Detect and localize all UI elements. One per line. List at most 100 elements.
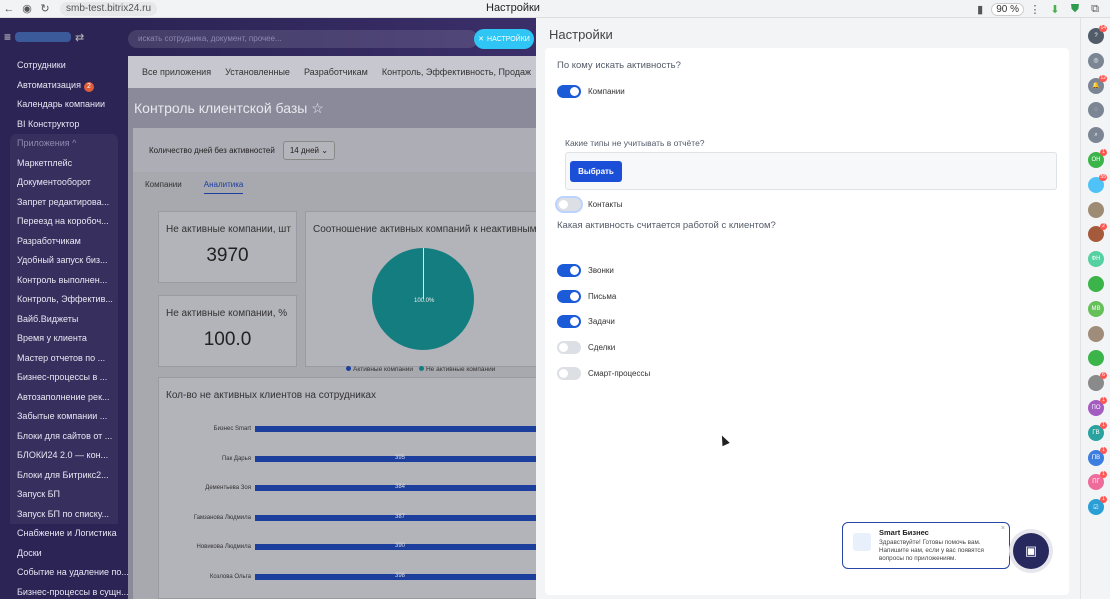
avatar-gv[interactable]: ГВ 1 [1088,421,1107,441]
menu-item[interactable]: Маркетплейс [10,153,118,173]
avatar-3[interactable] [1088,201,1104,218]
zoom-indicator[interactable]: 90 % [991,2,1024,16]
menu-item[interactable]: Запуск БП по списку... [10,504,118,524]
download-icon[interactable]: ⬇ [1046,0,1064,18]
chat-bubble-icon: ▣ [1024,543,1038,558]
back-icon[interactable]: ← [0,0,18,18]
menu-item[interactable]: Приложения ^ [10,134,118,154]
menu-item[interactable]: Переезд на коробоч... [10,212,118,232]
avatar-mv[interactable]: МВ [1088,300,1104,317]
menu-item[interactable]: Удобный запуск биз... [10,251,118,271]
toggle-row[interactable]: Смарт-процессы [557,366,650,380]
avatar-po[interactable]: ПО 1 [1088,397,1107,416]
avatar-4[interactable]: 2 [1088,223,1107,243]
menu-item[interactable]: Доски [0,544,128,564]
choose-button[interactable]: Выбрать [570,161,622,182]
chat-close-icon[interactable]: × [1001,525,1005,532]
rail-item-text: ПВ [1091,454,1101,461]
menu-item[interactable]: Бизнес-процессы в ... [10,368,118,388]
avatar-pg[interactable]: ПГ 1 [1088,471,1107,491]
settings-close-button[interactable]: ✕ НАСТРОЙКИ [474,29,534,49]
avatar-8[interactable]: 6 [1088,372,1107,392]
avatar-6[interactable] [1088,325,1104,342]
profile-icon[interactable]: ◉ [18,0,36,18]
menu-item[interactable]: Забытые компании ... [10,407,118,427]
chat-popup[interactable]: Smart Бизнес Здравствуйте! Готовы помочь… [842,522,1010,569]
bar: 395 [255,455,555,462]
activity-toggle[interactable] [557,315,581,329]
contacts-toggle[interactable] [557,198,581,211]
chat-icon[interactable]: ◌ [1088,102,1104,119]
menu-item[interactable]: Мастер отчетов по ... [10,348,118,368]
menu-item[interactable]: Бизнес-процессы в сущн... [0,583,128,599]
company-logo[interactable] [15,32,72,42]
chat-open-button[interactable]: ▣ [1013,533,1049,569]
toggle-row[interactable]: Письма [557,289,616,303]
card-value: 3970 [206,245,249,266]
menu-item[interactable]: Вайб.Виджеты [10,309,118,329]
menu-item[interactable]: Документооборот [10,173,118,193]
menu-item[interactable]: Контроль выполнен... [10,270,118,290]
app-tab[interactable]: Контроль, Эффективность, Продаж [382,67,531,77]
avatar-on[interactable]: ОН 1 [1088,149,1107,168]
menu-item[interactable]: Событие на удаление по... [0,563,128,583]
avatar-pv[interactable]: ПВ 1 [1088,446,1107,466]
app-tab[interactable]: Установленные [225,67,290,77]
menu-item[interactable]: Сотрудники [0,56,128,76]
avatar-5[interactable] [1088,276,1104,292]
days-select[interactable]: 14 дней ⌄ [282,140,335,160]
close-icon: ✕ [478,36,485,43]
tab-companies[interactable]: Компании [145,180,182,194]
menu-toggle-icon[interactable]: ≡ [4,30,11,44]
activity-toggle[interactable] [557,366,581,380]
shield-icon[interactable]: ⛊ [1066,0,1084,18]
avatar-7[interactable] [1088,350,1104,367]
companies-toggle[interactable] [557,85,581,98]
address-bar[interactable]: smb-test.bitrix24.ru [60,1,158,16]
toggle-row-companies[interactable]: Компании [557,85,625,98]
menu-item[interactable]: БЛОКИ24 2.0 — кон... [10,446,118,466]
avatar-fn[interactable]: ФН [1088,251,1104,268]
avatar-task[interactable]: ☑ 1 [1088,496,1107,516]
menu-item[interactable]: BI Конструктор [0,115,128,135]
address-text: smb-test.bitrix24.ru [66,3,152,14]
bell-icon[interactable]: 🔔 12 [1088,74,1107,94]
app-tab[interactable]: Разработчикам [304,67,368,77]
menu-item[interactable]: Запрет редактирова... [10,192,118,212]
copilot-icon[interactable]: ◎ [1088,52,1104,69]
menu-item[interactable]: Календарь компании [0,95,128,115]
avatar-2[interactable]: 55 [1088,173,1107,193]
days-filter: Количество дней без активностей 14 дней … [133,128,538,172]
rail-badge: 6 [1100,372,1107,380]
menu-item[interactable]: Снабжение и Логистика [0,524,128,544]
menu-item[interactable]: Блоки для Битрикс2... [10,465,118,485]
reload-icon[interactable]: ↻ [36,0,54,18]
toggle-row[interactable]: Сделки [557,341,615,355]
menu-item[interactable]: Запуск БП [10,485,118,505]
search-icon[interactable]: ⌕ [1088,127,1104,144]
menu-item[interactable]: Автозаполнение рек... [10,387,118,407]
bookmark-icon[interactable]: ▮ [971,0,989,18]
menu-item[interactable]: Автоматизация 2 [0,76,128,96]
menu-item[interactable]: Блоки для сайтов от ... [10,426,118,446]
menu-item-label: BI Конструктор [17,118,80,129]
search-input[interactable]: искать сотрудника, документ, прочее... [128,30,478,48]
browser-menu-icon[interactable]: ⋮ [1026,0,1044,18]
menu-item[interactable]: Разработчикам [10,231,118,251]
activity-toggle[interactable] [557,289,581,303]
toggle-row[interactable]: Звонки [557,264,614,277]
rail-badge: 2 [1100,223,1107,231]
toggle-row[interactable]: Задачи [557,315,615,329]
app-tab[interactable]: Все приложения [142,67,211,77]
legend-dot [418,366,424,371]
pin-icon[interactable]: ⇄ [75,31,84,44]
menu-item[interactable]: Контроль, Эффектив... [10,290,118,310]
activity-toggle[interactable] [557,341,581,355]
tab-analytics[interactable]: Аналитика [203,180,244,194]
extension-icon[interactable]: ⧉ [1086,0,1104,18]
menu-item[interactable]: Время у клиента [10,329,118,349]
help-icon[interactable]: ? 14 [1088,25,1107,44]
legend-label: Не активные компании [425,366,496,373]
toggle-row-contacts[interactable]: Контакты [557,198,623,211]
activity-toggle[interactable] [557,264,581,277]
